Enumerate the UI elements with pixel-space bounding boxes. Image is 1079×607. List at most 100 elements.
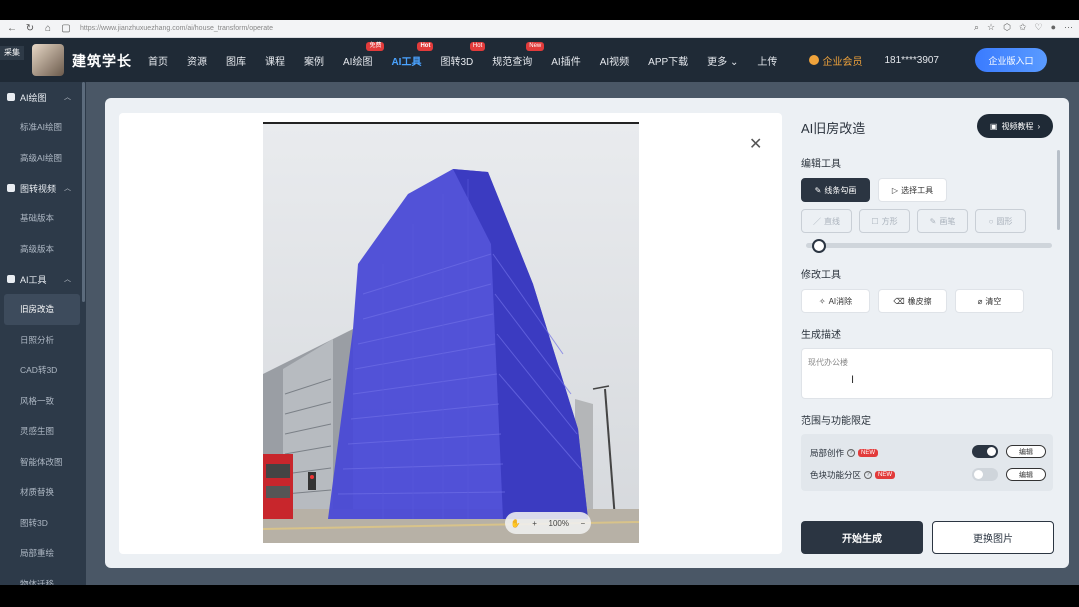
close-icon[interactable]: ✕ <box>749 134 762 154</box>
broom-icon: ⌀ <box>977 296 983 306</box>
desc-label: 生成描述 <box>801 330 841 341</box>
building-photo[interactable] <box>263 122 639 543</box>
search-icon[interactable]: ⌕ <box>974 22 979 33</box>
clear-button[interactable]: ⌀ 清空 <box>955 289 1024 313</box>
color-toggle[interactable] <box>972 468 998 481</box>
sidebar-item[interactable]: 旧房改造 <box>4 294 80 325</box>
toggle-knob <box>987 447 996 456</box>
nav-item-label: AI插件 <box>551 56 581 68</box>
sidebar: AI绘图 ︿ 标准AI绘图 高级AI绘图 图转视频 ︿ 基础版本 高级版本 AI工具 ︿ 旧房改造日… <box>0 82 86 585</box>
nav-item[interactable]: AI工具 Hot <box>391 41 434 68</box>
square-icon: ☐ <box>871 216 879 226</box>
sidebar-item[interactable]: 基础版本 <box>0 203 86 234</box>
select-tool-button[interactable]: ▷ 选择工具 <box>878 178 947 202</box>
shape-circle-button[interactable]: ○ 圆形 <box>975 209 1026 233</box>
sidebar-item[interactable]: 图转3D <box>0 508 86 539</box>
sidebar-item[interactable]: 局部重绘 <box>0 538 86 569</box>
new-badge: NEW <box>858 449 879 457</box>
nav-item[interactable]: 更多 ⌄ <box>707 53 738 68</box>
chevron-up-icon: ︿ <box>64 94 71 101</box>
sidebar-group[interactable]: AI工具 ︿ <box>0 264 86 294</box>
nav-item[interactable]: AI插件 <box>551 53 580 68</box>
nav-right: 企业会员 181****3907 企业版入口 <box>808 38 1079 82</box>
cursor-icon: ▷ <box>891 185 899 195</box>
profile-icon[interactable]: ● <box>1051 22 1056 33</box>
nav-item[interactable]: 规范查询 New <box>492 41 545 68</box>
collect-tag[interactable]: 采集 <box>0 46 24 60</box>
nav-item-label: 更多 <box>707 56 728 68</box>
favorites-icon[interactable]: ✩ <box>1019 22 1027 33</box>
nav-item[interactable]: 案例 <box>304 53 324 68</box>
nav-item-label: 首页 <box>148 56 168 68</box>
color-edit-button[interactable]: 编辑 <box>1006 468 1046 481</box>
sidebar-group[interactable]: 图转视频 ︿ <box>0 173 86 203</box>
nav-item[interactable]: 上传 <box>757 53 777 68</box>
brand-logo[interactable]: 建筑学长 <box>72 51 132 71</box>
sidebar-item[interactable]: 材质替换 <box>0 477 86 508</box>
nav-item[interactable]: 首页 <box>148 53 168 68</box>
enterprise-button[interactable]: 企业版入口 <box>975 48 1047 72</box>
replace-image-button[interactable]: 更换图片 <box>932 521 1054 554</box>
description-input[interactable]: 现代办公楼 <box>801 348 1053 399</box>
help-icon[interactable]: ? <box>864 471 873 479</box>
home-icon[interactable]: ⌂ <box>42 23 54 35</box>
brush-size-slider[interactable] <box>806 243 1052 248</box>
nav-item[interactable]: 资源 <box>187 53 207 68</box>
sidebar-item[interactable]: 物体迁移 <box>0 569 86 585</box>
nav-item[interactable]: 图库 <box>226 53 246 68</box>
ai-erase-button[interactable]: ✧ AI消除 <box>801 289 870 313</box>
shield-icon[interactable]: ♡ <box>1034 22 1042 33</box>
sidebar-item[interactable]: 智能体改图 <box>0 447 86 478</box>
back-icon[interactable]: ← <box>6 23 18 35</box>
sidebar-group-label: 图转视频 <box>20 183 57 194</box>
generate-button[interactable]: 开始生成 <box>801 521 923 554</box>
sidebar-item[interactable]: 高级版本 <box>0 234 86 265</box>
nav-item[interactable]: AI绘图 免费 <box>343 41 385 68</box>
brush-icon: ✎ <box>929 216 937 226</box>
local-toggle[interactable] <box>972 445 998 458</box>
nav-item[interactable]: 图转3D Hot <box>440 41 486 68</box>
star-icon[interactable]: ☆ <box>987 22 995 33</box>
hand-icon[interactable]: ✋ <box>511 519 521 528</box>
sidebar-item[interactable]: 标准AI绘图 <box>0 112 86 143</box>
video-tutorial-button[interactable]: ▣ 视频教程 › <box>977 114 1053 138</box>
eraser-button[interactable]: ⌫ 橡皮擦 <box>878 289 947 313</box>
shape-brush-button[interactable]: ✎ 画笔 <box>917 209 968 233</box>
local-edit-button[interactable]: 编辑 <box>1006 445 1046 458</box>
palette-icon <box>7 93 15 101</box>
more-icon[interactable]: ⋯ <box>1064 22 1073 33</box>
nav-menu: 首页 资源 图库 课程 案例 AI绘图 免费 AI工具 Hot 图转3D Hot 规范查询 New AI插… <box>148 38 796 82</box>
nav-badge: Hot <box>417 41 434 51</box>
chevron-right-icon: › <box>1037 121 1041 131</box>
panel-scrollbar[interactable] <box>1057 150 1060 230</box>
line-draw-button[interactable]: ✎ 线条勾画 <box>801 178 870 202</box>
sidebar-item[interactable]: 高级AI绘图 <box>0 143 86 174</box>
reload-icon[interactable]: ↻ <box>24 23 36 35</box>
page-icon: ▢ <box>61 23 71 34</box>
nav-item[interactable]: APP下载 <box>648 53 688 68</box>
extension-icon[interactable]: ⬡ <box>1003 22 1011 33</box>
select-tool-label: 选择工具 <box>901 185 934 195</box>
sidebar-item[interactable]: CAD转3D <box>0 355 86 386</box>
zoom-in-button[interactable]: + <box>532 519 537 528</box>
help-icon[interactable]: ? <box>847 449 856 457</box>
sidebar-group[interactable]: AI绘图 ︿ <box>0 82 86 112</box>
browser-actions: ⌕ ☆ ⬡ ✩ ♡ ● ⋯ <box>974 22 1073 33</box>
chevron-up-icon: ︿ <box>64 276 71 283</box>
zoom-out-button[interactable]: − <box>581 519 586 528</box>
nav-item-label: 资源 <box>187 56 207 68</box>
user-phone[interactable]: 181****3907 <box>885 55 940 66</box>
sidebar-item[interactable]: 风格一致 <box>0 386 86 417</box>
vip-link[interactable]: 企业会员 <box>808 53 863 68</box>
scope-label: 范围与功能限定 <box>801 416 871 427</box>
shape-line-button[interactable]: ／直线 <box>801 209 852 233</box>
shape-rect-button[interactable]: ☐ 方形 <box>859 209 910 233</box>
nav-item[interactable]: 课程 <box>265 53 285 68</box>
avatar[interactable] <box>32 44 64 76</box>
toolbox-icon <box>7 275 15 283</box>
address-bar[interactable]: https://www.jianzhuxuezhang.com/ai/house… <box>80 25 273 32</box>
sidebar-item[interactable]: 日照分析 <box>0 325 86 356</box>
nav-item[interactable]: AI视频 <box>600 53 629 68</box>
text-cursor-icon: I <box>851 374 855 386</box>
sidebar-item[interactable]: 灵感生图 <box>0 416 86 447</box>
